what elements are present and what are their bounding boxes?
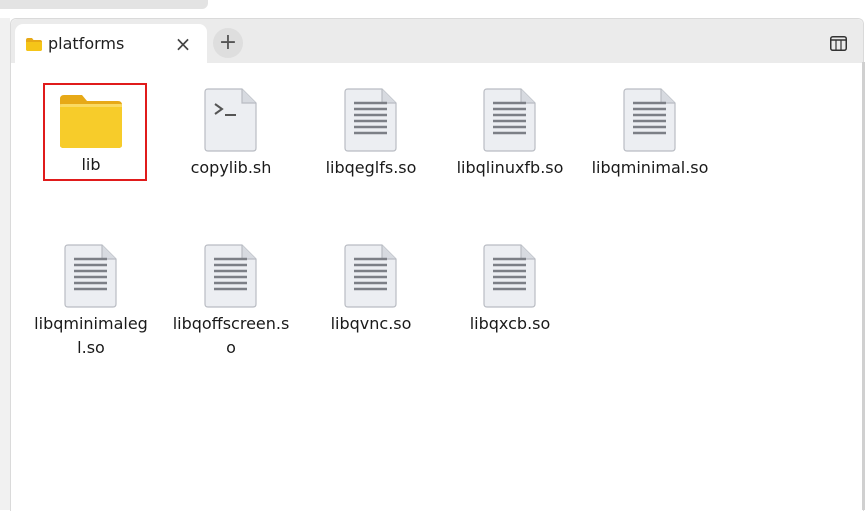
file-item-libqoffscreen[interactable]: libqoffscreen.so — [161, 244, 301, 360]
window-left-edge — [0, 18, 10, 510]
tab-title: platforms — [48, 34, 125, 53]
file-name: copylib.sh — [190, 158, 272, 177]
close-icon[interactable]: × — [172, 33, 194, 55]
file-item-libqvnc[interactable]: libqvnc.so — [301, 244, 441, 336]
file-item-libqxcb[interactable]: libqxcb.so — [440, 244, 580, 336]
file-item-libqeglfs[interactable]: libqeglfs.so — [301, 88, 441, 180]
folder-icon — [26, 38, 42, 51]
new-tab-button[interactable]: + — [213, 28, 243, 58]
file-name: libqxcb.so — [469, 314, 551, 333]
file-name: libqminimalegl.so — [34, 314, 148, 357]
terminal-script-icon — [204, 88, 257, 152]
document-icon — [204, 244, 257, 308]
document-icon — [483, 244, 536, 308]
document-icon — [64, 244, 117, 308]
file-item-libqlinuxfb[interactable]: libqlinuxfb.so — [440, 88, 580, 180]
file-name: libqeglfs.so — [325, 158, 417, 177]
file-name: libqvnc.so — [330, 314, 412, 333]
document-icon — [344, 244, 397, 308]
previous-window-tab[interactable] — [0, 0, 208, 9]
tab-platforms[interactable]: platforms × — [15, 24, 207, 63]
selection-highlight — [43, 83, 147, 181]
file-name: libqminimal.so — [591, 158, 709, 177]
file-name: libqoffscreen.so — [172, 314, 290, 357]
document-icon — [344, 88, 397, 152]
file-name: libqlinuxfb.so — [456, 158, 564, 177]
file-item-copylib[interactable]: copylib.sh — [161, 88, 301, 180]
document-icon — [623, 88, 676, 152]
file-item-libqminimal[interactable]: libqminimal.so — [580, 88, 720, 180]
file-item-libqminimalegl[interactable]: libqminimalegl.so — [21, 244, 161, 360]
document-icon — [483, 88, 536, 152]
columns-view-icon[interactable] — [830, 36, 847, 51]
tab-bar: platforms × + — [11, 19, 863, 63]
